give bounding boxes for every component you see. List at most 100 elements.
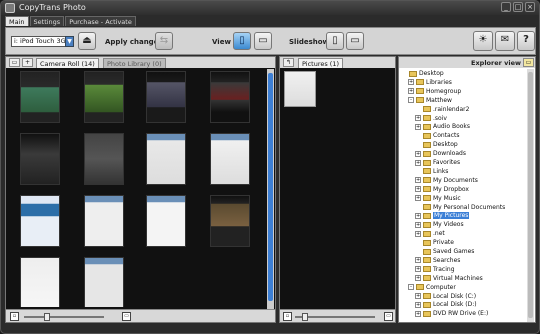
tree-expander-icon[interactable]: +: [415, 310, 421, 317]
apply-changes-icon[interactable]: ⇆: [155, 32, 173, 50]
photo-thumbnail[interactable]: [84, 195, 124, 247]
tree-item[interactable]: + Local Disk (D:): [415, 300, 477, 309]
tree-expander-icon[interactable]: +: [415, 230, 421, 237]
tree-item[interactable]: + Homegroup: [408, 87, 461, 96]
large-thumbs-icon[interactable]: ▭: [384, 312, 393, 321]
tree-item[interactable]: My Personal Documents: [415, 203, 505, 212]
tree-item[interactable]: - Matthew: [408, 96, 452, 105]
photo-thumbnail[interactable]: [20, 71, 60, 123]
tree-item-label: My Music: [433, 194, 461, 202]
tree-expander-icon[interactable]: +: [415, 195, 421, 202]
tree-item[interactable]: Saved Games: [415, 247, 474, 256]
device-grid-scrollbar[interactable]: [267, 69, 274, 309]
scrollbar-thumb[interactable]: [528, 72, 533, 318]
tree-item[interactable]: + My Pictures: [415, 211, 470, 220]
tree-item[interactable]: + Audio Books: [415, 122, 470, 131]
tree-item[interactable]: + Libraries: [408, 78, 452, 87]
album-list-icon[interactable]: ▭: [9, 58, 20, 67]
tree-expander-icon[interactable]: +: [408, 88, 414, 95]
minimize-button[interactable]: _: [501, 2, 511, 12]
chevron-down-icon[interactable]: ▼: [65, 36, 74, 47]
folder-icon[interactable]: ▭: [523, 58, 534, 67]
tab-camera-roll[interactable]: Camera Roll (14): [36, 58, 99, 68]
tree-expander-icon[interactable]: +: [415, 293, 421, 299]
tree-expander-icon[interactable]: +: [415, 186, 421, 193]
small-thumbs-icon[interactable]: ▫: [283, 312, 292, 321]
tree-expander-icon[interactable]: +: [415, 177, 421, 184]
tree-item[interactable]: + Virtual Machines: [415, 274, 483, 283]
photo-thumbnail[interactable]: [20, 195, 60, 247]
tree-expander-icon[interactable]: +: [415, 159, 421, 166]
lightbulb-icon[interactable]: ☀: [473, 31, 493, 51]
photo-thumbnail[interactable]: [20, 133, 60, 185]
tree-item[interactable]: Desktop: [401, 69, 444, 78]
tree-expander-icon[interactable]: +: [415, 123, 421, 130]
tree-item[interactable]: + Downloads: [415, 149, 466, 158]
tree-item[interactable]: + My Dropbox: [415, 185, 469, 194]
explorer-scrollbar[interactable]: [527, 69, 534, 322]
tab-purchase-activate[interactable]: Purchase - Activate: [65, 16, 136, 26]
tree-item[interactable]: + DVD RW Drive (E:): [415, 309, 488, 318]
tree-expander-icon[interactable]: +: [415, 257, 421, 264]
tab-pictures[interactable]: Pictures (1): [298, 58, 344, 68]
close-button[interactable]: ×: [525, 2, 535, 12]
tab-settings[interactable]: Settings: [29, 16, 65, 26]
folder-icon: [423, 266, 431, 273]
tree-expander-icon[interactable]: -: [408, 97, 414, 104]
zoom-slider-knob[interactable]: [44, 313, 50, 321]
photo-thumbnail[interactable]: [146, 71, 186, 123]
tree-item[interactable]: + .soiv: [415, 114, 447, 123]
tree-item[interactable]: - Computer: [408, 283, 456, 292]
photo-thumbnail[interactable]: [146, 195, 186, 247]
tree-expander-icon[interactable]: +: [415, 266, 421, 273]
mail-icon[interactable]: ✉: [495, 31, 515, 51]
photo-thumbnail[interactable]: [284, 71, 316, 107]
large-thumbs-icon[interactable]: ▭: [122, 312, 131, 321]
help-icon[interactable]: ?: [517, 31, 535, 51]
zoom-slider-knob[interactable]: [302, 313, 308, 321]
maximize-button[interactable]: □: [513, 2, 523, 12]
tree-item[interactable]: + Local Disk (C:): [415, 292, 476, 301]
tree-item[interactable]: Links: [415, 167, 448, 176]
ipod-view-icon[interactable]: ▯: [233, 32, 251, 50]
tree-item[interactable]: Desktop: [415, 140, 458, 149]
photo-thumbnail[interactable]: [84, 133, 124, 185]
photo-thumbnail[interactable]: [20, 257, 60, 307]
photo-thumbnail[interactable]: [210, 133, 250, 185]
tree-expander-icon[interactable]: +: [415, 301, 421, 308]
device-select[interactable]: i: iPod Touch 3G: [11, 36, 73, 47]
ipod-slideshow-icon[interactable]: ▯: [326, 32, 344, 50]
photo-thumbnail[interactable]: [84, 71, 124, 123]
tree-item[interactable]: .rainlendar2: [415, 105, 469, 114]
tree-item[interactable]: + Favorites: [415, 158, 460, 167]
tree-expander-icon[interactable]: +: [408, 79, 414, 86]
tab-main[interactable]: Main: [5, 16, 29, 26]
tree-item[interactable]: + My Documents: [415, 176, 478, 185]
zoom-slider[interactable]: [24, 316, 104, 318]
tree-item[interactable]: + Tracing: [415, 265, 455, 274]
scrollbar-thumb[interactable]: [268, 73, 273, 301]
eject-icon[interactable]: ⏏: [78, 32, 96, 50]
photo-thumbnail[interactable]: [210, 195, 250, 247]
folder-up-icon[interactable]: ↰: [283, 58, 294, 67]
photo-thumbnail[interactable]: [146, 133, 186, 185]
tree-expander-icon[interactable]: -: [408, 284, 414, 291]
tree-item[interactable]: + My Videos: [415, 220, 464, 229]
tree-item[interactable]: Contacts: [415, 131, 459, 140]
tree-expander-icon[interactable]: +: [415, 212, 421, 219]
new-album-icon[interactable]: +: [22, 58, 33, 67]
tree-expander-icon[interactable]: +: [415, 275, 421, 282]
tree-item[interactable]: + Searches: [415, 256, 460, 265]
monitor-view-icon[interactable]: ▭: [254, 32, 272, 50]
tree-item[interactable]: + My Music: [415, 194, 461, 203]
photo-thumbnail[interactable]: [210, 71, 250, 123]
tree-item[interactable]: Private: [415, 238, 454, 247]
monitor-slideshow-icon[interactable]: ▭: [346, 32, 364, 50]
small-thumbs-icon[interactable]: ▫: [10, 312, 19, 321]
tree-expander-icon[interactable]: +: [415, 115, 421, 121]
tree-expander-icon[interactable]: +: [415, 221, 421, 228]
tree-item[interactable]: + .net: [415, 229, 445, 238]
tab-photo-library[interactable]: Photo Library (0): [103, 58, 166, 68]
tree-expander-icon[interactable]: +: [415, 150, 421, 157]
photo-thumbnail[interactable]: [84, 257, 124, 307]
